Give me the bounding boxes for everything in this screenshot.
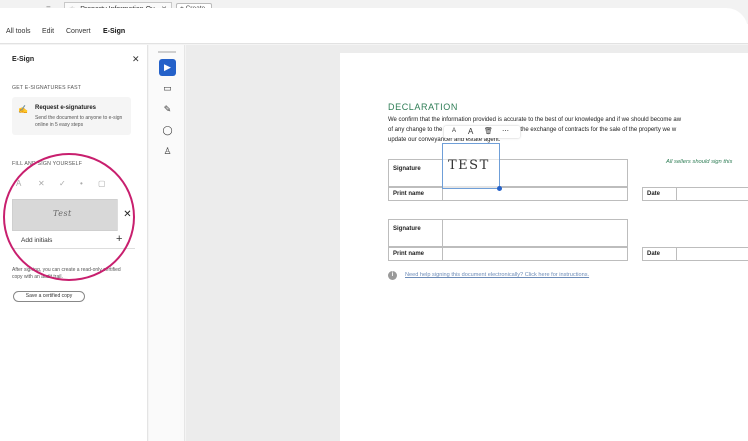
signature-floating-toolbar: A A 🗑 ⋯: [444, 126, 520, 138]
certified-copy-text: After signing, you can create a read-onl…: [12, 267, 121, 280]
menu-e-sign[interactable]: E-Sign: [103, 28, 125, 35]
all-sellers-note: All sellers should sign this: [666, 159, 733, 165]
esign-panel: E-Sign ✕ GET E-SIGNATURES FAST ✍ Request…: [0, 45, 148, 441]
add-initials-plus-icon[interactable]: +: [116, 233, 122, 245]
print-name-label-2: Print name: [393, 251, 425, 257]
draw-tool-icon[interactable]: ✎: [159, 101, 176, 118]
comment-tool-icon[interactable]: ▭: [159, 80, 176, 97]
add-initials-label: Add initials: [21, 237, 53, 244]
signature-preview: Test: [53, 209, 72, 218]
date-row-1: Date: [642, 187, 748, 201]
tab-document-label: Property Information Qu...: [80, 6, 161, 13]
star-icon[interactable]: ☆: [69, 6, 75, 13]
rectangle-icon[interactable]: ▢: [98, 179, 106, 188]
request-title: Request e-signatures: [35, 105, 97, 111]
date-label-2: Date: [647, 251, 661, 257]
save-certified-copy-button[interactable]: Save a certified copy: [13, 291, 85, 302]
lasso-tool-icon[interactable]: ◯: [159, 122, 176, 139]
signature-label-2: Signature: [393, 226, 421, 232]
dot-icon[interactable]: •: [80, 179, 83, 188]
print-name-label-1: Print name: [393, 191, 425, 197]
placed-signature-text: TEST: [448, 158, 490, 173]
date-label-1: Date: [647, 191, 661, 197]
help-link[interactable]: Need help signing this document electron…: [405, 272, 589, 278]
decrease-size-icon[interactable]: A: [452, 128, 456, 134]
print-name-row-1: Print name: [388, 187, 628, 201]
panel-title: E-Sign: [12, 56, 35, 63]
fill-sign-heading: FILL AND SIGN YOURSELF: [12, 161, 83, 167]
create-button[interactable]: + Create: [176, 3, 212, 14]
add-initials-row[interactable]: Add initials +: [12, 233, 135, 249]
signature-table-2: Signature: [388, 219, 628, 247]
document-page: DECLARATION We confirm that the informat…: [340, 53, 748, 441]
delete-icon[interactable]: 🗑: [484, 127, 493, 135]
menu-edit[interactable]: Edit: [42, 28, 54, 35]
menu-convert[interactable]: Convert: [66, 28, 91, 35]
date-row-2: Date: [642, 247, 748, 261]
panel-close-icon[interactable]: ✕: [132, 54, 140, 65]
tab-document[interactable]: ☆ Property Information Qu... ✕: [64, 2, 172, 15]
request-description: Send the document to anyone to e-sign on…: [35, 115, 123, 128]
menu-bar: All tools Edit Convert E-Sign: [0, 24, 748, 44]
increase-size-icon[interactable]: A: [468, 127, 473, 136]
resize-handle[interactable]: [497, 186, 502, 191]
declaration-line-1: We confirm that the information provided…: [388, 117, 682, 123]
fill-sign-tools: A ✕ ✓ • ▢: [16, 179, 126, 191]
signature-table-1: Signature: [388, 159, 628, 187]
menu-all-tools[interactable]: All tools: [6, 28, 31, 35]
signature-label-1: Signature: [393, 166, 421, 172]
tool-rail: ▶ ▭ ✎ ◯ ♙: [149, 45, 185, 441]
request-esignatures-card[interactable]: ✍ Request e-signatures Send the document…: [12, 97, 131, 135]
get-signatures-heading: GET E-SIGNATURES FAST: [12, 85, 82, 91]
more-options-icon[interactable]: ⋯: [502, 127, 509, 135]
select-tool-icon[interactable]: ▶: [159, 59, 176, 76]
cross-icon[interactable]: ✕: [38, 179, 45, 188]
tab-close-icon[interactable]: ✕: [161, 5, 167, 13]
tab-strip: ← ≡ ☆ Property Information Qu... ✕ + Cre…: [0, 0, 748, 20]
text-tool-icon[interactable]: A: [16, 179, 21, 188]
stamp-tool-icon[interactable]: ♙: [159, 143, 176, 160]
print-name-row-2: Print name: [388, 247, 628, 261]
back-icon[interactable]: ←: [10, 4, 18, 13]
app-window: ← ≡ ☆ Property Information Qu... ✕ + Cre…: [0, 0, 748, 441]
check-icon[interactable]: ✓: [59, 179, 66, 188]
info-icon: i: [388, 271, 397, 280]
declaration-heading: DECLARATION: [388, 102, 458, 112]
menu-icon[interactable]: ≡: [46, 4, 51, 13]
remove-signature-button[interactable]: ✕: [117, 199, 137, 231]
document-viewer: DECLARATION We confirm that the informat…: [186, 45, 748, 441]
declaration-line-2: of any change to the information provide…: [388, 127, 677, 133]
request-signature-icon: ✍: [18, 105, 28, 114]
